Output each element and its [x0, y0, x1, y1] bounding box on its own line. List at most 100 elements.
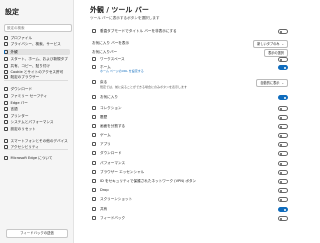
share-icon	[92, 207, 96, 211]
row-label: ID をセキュリティで保護されたネットワーク (VPN) ボタン	[100, 179, 197, 183]
toggle-switch[interactable]	[278, 132, 288, 138]
sidebar-item[interactable]: Microsoft Edge について	[4, 155, 70, 161]
settings-row: ダウンロード	[90, 149, 296, 157]
toggle-switch[interactable]	[278, 94, 288, 100]
search-input[interactable]: 設定の検索	[4, 24, 72, 32]
page-subtitle: ツール バーに表示するボタンを選択します	[90, 16, 160, 20]
settings-row: ID をセキュリティで保護されたネットワーク (VPN) ボタン	[90, 177, 296, 185]
toggle-switch[interactable]	[278, 196, 288, 202]
reset-icon	[4, 127, 8, 131]
sidebar-item-label: 設定のリセット	[10, 127, 36, 131]
toggle-switch[interactable]	[278, 187, 288, 193]
toggle-switch[interactable]	[278, 206, 288, 212]
toggle-switch[interactable]	[278, 215, 288, 221]
sidebar-item-label: システムとパフォーマンス	[10, 120, 54, 124]
settings-row: 画面を分割する	[90, 122, 296, 130]
sidebar-item-label: 外観	[10, 50, 18, 54]
dropdown-value: 自動的に表示	[260, 81, 280, 85]
row-label: パフォーマンス	[100, 161, 126, 165]
download-icon	[4, 87, 8, 91]
sidebar-item[interactable]: ダウンロード	[4, 86, 70, 92]
appearance-icon	[4, 50, 8, 54]
toggle-switch[interactable]	[278, 178, 288, 184]
settings-row: お気に入り	[90, 93, 296, 101]
split-icon	[92, 124, 96, 128]
home-icon	[4, 57, 8, 61]
settings-row: コレクション	[90, 104, 296, 112]
dropdown-select[interactable]: 新しいタブのみ ⌄	[253, 40, 288, 48]
toggle-switch[interactable]	[278, 56, 288, 62]
row-label: スクリーンショット	[100, 197, 133, 201]
sidebar-item-label: プライバシー、検索、サービス	[10, 42, 61, 46]
profile-icon	[4, 36, 8, 40]
screenshot-icon	[92, 197, 96, 201]
printer-icon	[4, 114, 8, 118]
settings-row: ワークスペース	[90, 55, 296, 63]
toggle-switch[interactable]	[278, 123, 288, 129]
row-label: 共有	[100, 207, 108, 211]
chevron-down-icon: ⌄	[281, 42, 284, 46]
toggle-switch[interactable]	[278, 114, 288, 120]
sidebar-item[interactable]: ファミリー セーフティ	[4, 93, 70, 99]
settings-row: ホーム ホーム ページのURL を設定する	[90, 63, 296, 73]
home-url-link[interactable]: ホーム ページのURL を設定する	[100, 69, 144, 73]
lock-icon	[4, 42, 8, 46]
toggle-switch[interactable]	[278, 150, 288, 156]
feedback-icon	[92, 216, 96, 220]
row-label: 履歴	[100, 115, 108, 119]
row-label: お気に入り バーを表示	[92, 41, 130, 45]
row-label: ワークスペース	[100, 57, 125, 61]
edgebar-icon	[4, 101, 8, 105]
settings-row: スクリーンショット	[90, 195, 296, 203]
download-icon	[92, 151, 96, 155]
sidebar-item[interactable]: システムとパフォーマンス	[4, 119, 70, 125]
sidebar-item-label: ファミリー セーフティ	[10, 94, 48, 98]
toggle-switch[interactable]	[278, 169, 288, 175]
browser-icon	[4, 75, 8, 79]
settings-row: パフォーマンス	[90, 159, 296, 167]
feedback-button[interactable]: フィードバックの送信	[6, 229, 68, 238]
sidebar-item-label: 言語	[10, 107, 18, 111]
row-label: アプリ	[100, 142, 111, 146]
toggle-switch[interactable]	[278, 141, 288, 147]
performance-icon	[92, 161, 96, 165]
sidebar-item[interactable]: 外観	[4, 49, 70, 55]
chevron-down-icon: ⌄	[281, 81, 284, 85]
sidebar-item-label: ダウンロード	[10, 87, 33, 91]
sidebar-divider	[4, 149, 68, 150]
sidebar-item-label: スタート、ホーム、および新規タブ	[10, 57, 68, 61]
toggle-switch[interactable]	[278, 105, 288, 111]
settings-row: お気に入り バーを表示 新しいタブのみ ⌄	[90, 39, 296, 48]
toggle-switch[interactable]	[278, 160, 288, 166]
settings-row: ブラウザー エッセンシャル	[90, 168, 296, 176]
row-label: 垂直タブモードでタイトル バーを非表示にする	[100, 29, 177, 33]
page-title: 外観 / ツール バー	[90, 6, 149, 14]
toggle-switch[interactable]	[278, 28, 288, 34]
sidebar-item[interactable]: プライバシー、検索、サービス	[4, 41, 70, 47]
toggle-switch[interactable]	[278, 64, 288, 70]
sidebar-item[interactable]: 言語	[4, 106, 70, 112]
settings-window: 設定 設定の検索 プロファイル プライバシー、検索、サービス 外観 スタート、ホーム、…	[0, 0, 300, 243]
sidebar-item[interactable]: スタート、ホーム、および新規タブ	[4, 56, 70, 62]
settings-row: 垂直タブモードでタイトル バーを非表示にする	[90, 27, 296, 35]
sidebar-divider	[4, 80, 68, 81]
settings-row: アプリ	[90, 140, 296, 148]
row-label: Drop	[100, 188, 109, 192]
share-icon	[4, 64, 8, 68]
drop-icon	[92, 188, 96, 192]
phone-icon	[4, 139, 8, 143]
sidebar-title: 設定	[5, 8, 19, 16]
games-icon	[92, 133, 96, 137]
star-icon	[92, 95, 96, 99]
row-label: ブラウザー エッセンシャル	[100, 170, 145, 174]
row-label: ダウンロード	[100, 151, 122, 155]
sidebar-item[interactable]: 設定のリセット	[4, 126, 70, 132]
settings-row: Drop	[90, 186, 296, 194]
dropdown-select[interactable]: 自動的に表示 ⌄	[256, 79, 288, 87]
dropdown-value: 新しいタブのみ	[257, 42, 280, 46]
workspace-icon	[92, 57, 96, 61]
apps-icon	[92, 142, 96, 146]
row-label: 画面を分割する	[100, 124, 126, 128]
essentials-icon	[92, 170, 96, 174]
row-label: ゲーム	[100, 133, 111, 137]
